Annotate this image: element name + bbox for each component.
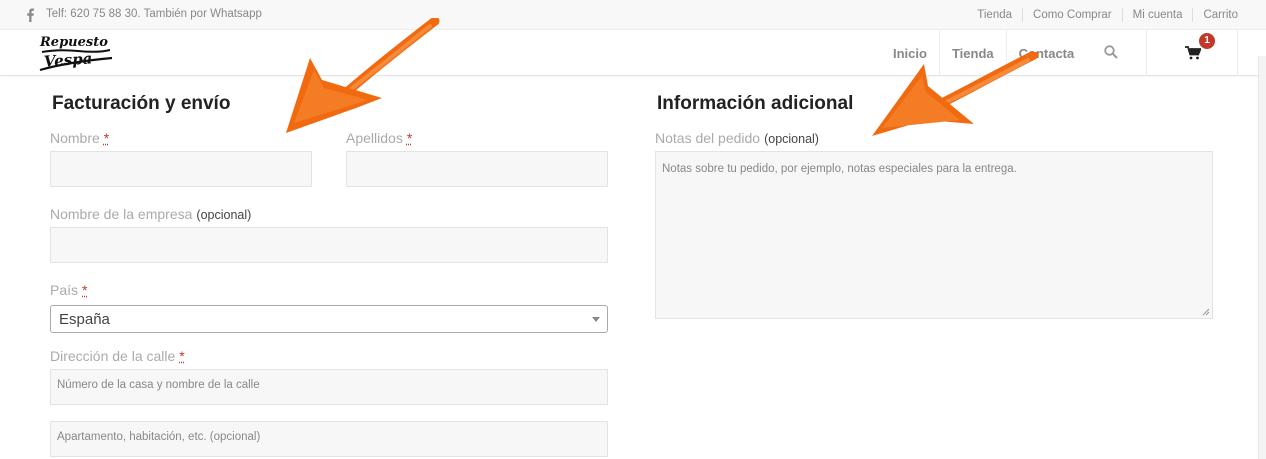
chevron-down-icon	[592, 317, 600, 322]
required-mark: *	[103, 130, 110, 146]
country-select-value: España	[59, 311, 110, 328]
street-input-2[interactable]: Apartamento, habitación, etc. (opcional)	[50, 421, 608, 457]
cart-count-badge: 1	[1199, 33, 1215, 49]
resize-grip-icon[interactable]	[1202, 308, 1210, 316]
page-scrollbar[interactable]	[1258, 56, 1266, 459]
cart-icon	[1185, 46, 1201, 60]
street-label: Dirección de la calle *	[50, 348, 185, 364]
optional-mark: (opcional)	[196, 208, 252, 222]
notes-label: Notas del pedido (opcional)	[655, 130, 819, 146]
annotation-arrow-icon	[286, 18, 440, 133]
country-label-text: País	[50, 282, 79, 298]
company-input[interactable]	[50, 227, 608, 263]
top-links: Tienda Como Comprar Mi cuenta Carrito	[967, 8, 1238, 22]
additional-heading: Información adicional	[657, 93, 854, 114]
company-label-text: Nombre de la empresa	[50, 206, 193, 222]
cart-button[interactable]: 1	[1146, 30, 1238, 76]
street-input-1[interactable]: Número de la casa y nombre de la calle	[50, 369, 608, 405]
country-select[interactable]: España	[50, 305, 608, 333]
last-name-input[interactable]	[346, 151, 608, 187]
notes-label-text: Notas del pedido	[655, 130, 761, 146]
required-mark: *	[179, 348, 185, 364]
first-name-label: Nombre *	[50, 130, 109, 146]
top-link-como-comprar[interactable]: Como Comprar	[1022, 8, 1122, 22]
main-header: Repuesto Vespa Inicio Tienda Contacta 1	[0, 30, 1266, 76]
first-name-label-text: Nombre	[50, 130, 100, 146]
annotation-arrow-icon	[872, 52, 1039, 136]
first-name-input[interactable]	[50, 151, 312, 187]
billing-heading: Facturación y envío	[52, 93, 231, 114]
top-link-carrito[interactable]: Carrito	[1192, 8, 1238, 22]
top-link-mi-cuenta[interactable]: Mi cuenta	[1121, 8, 1193, 22]
site-logo[interactable]: Repuesto Vespa	[38, 32, 114, 74]
search-icon[interactable]	[1104, 45, 1118, 59]
top-link-tienda[interactable]: Tienda	[967, 8, 1022, 22]
top-bar: Telf: 620 75 88 30. También por Whatsapp…	[0, 0, 1266, 30]
facebook-icon[interactable]	[25, 8, 35, 22]
order-notes-placeholder: Notas sobre tu pedido, por ejemplo, nota…	[662, 163, 1017, 175]
phone-text: Telf: 620 75 88 30. También por Whatsapp	[46, 8, 262, 20]
country-label: País *	[50, 282, 87, 298]
optional-mark: (opcional)	[764, 132, 819, 146]
svg-text:Repuesto: Repuesto	[39, 35, 108, 50]
required-mark: *	[82, 282, 88, 298]
order-notes-textarea[interactable]: Notas sobre tu pedido, por ejemplo, nota…	[655, 151, 1213, 319]
company-label: Nombre de la empresa (opcional)	[50, 206, 251, 222]
street-label-text: Dirección de la calle	[50, 348, 176, 364]
